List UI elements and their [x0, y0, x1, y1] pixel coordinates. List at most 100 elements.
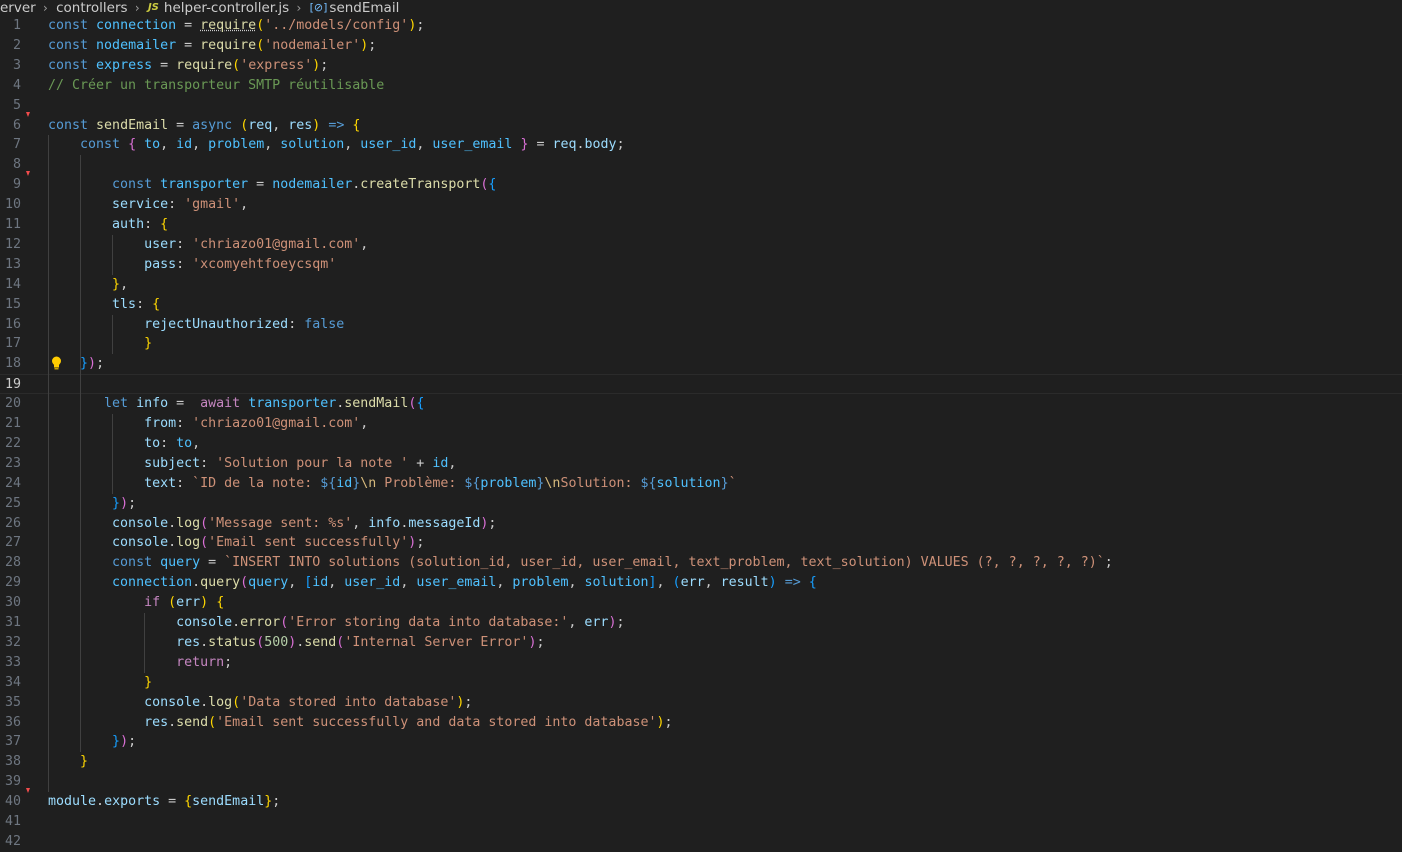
code-line[interactable]: 15 tls: { [0, 295, 1402, 315]
code-token: const [48, 117, 89, 133]
line-number: 20 [4, 396, 21, 412]
code-token: : [168, 197, 185, 213]
code-line[interactable]: 32 res.status(500).send('Internal Server… [0, 633, 1402, 653]
indent-guide [48, 135, 49, 793]
code-line[interactable]: 34 } [0, 673, 1402, 693]
code-line[interactable]: 36 res.send('Email sent successfully and… [0, 713, 1402, 733]
code-token: 'Solution pour la note ' [216, 455, 409, 471]
breadcrumb-item-symbol[interactable]: sendEmail [329, 0, 399, 16]
line-code: // Créer un transporteur SMTP réutilisab… [48, 76, 384, 96]
code-token: , [264, 137, 281, 153]
change-marker-icon[interactable] [26, 171, 30, 177]
line-number: 11 [4, 217, 21, 232]
code-line[interactable]: 33 return; [0, 653, 1402, 673]
code-line[interactable]: 18 }); [0, 354, 1402, 374]
code-line[interactable]: 6 const sendEmail = async (req, res) => { [0, 116, 1402, 136]
code-line[interactable]: 10 service: 'gmail', [0, 195, 1402, 215]
code-token: from [144, 416, 177, 431]
code-token: 'Error storing data into database:' [288, 615, 569, 630]
code-token: user [144, 236, 177, 252]
code-line[interactable]: 40 module.exports = {sendEmail}; [0, 792, 1402, 812]
code-line[interactable]: 9 const transporter = nodemailer.createT… [0, 175, 1402, 195]
code-line[interactable]: 3 const express = require('express'); [0, 56, 1402, 76]
code-line[interactable]: 23 subject: 'Solution pour la note ' + i… [0, 454, 1402, 474]
code-line[interactable]: 26 console.log('Message sent: %s', info.… [0, 514, 1402, 534]
line-number: 25 [4, 495, 21, 511]
code-token: text [144, 475, 177, 491]
code-line[interactable]: 11 auth: { [0, 215, 1402, 235]
line-number: 16 [4, 316, 21, 332]
code-token: , [192, 435, 201, 451]
code-line[interactable]: 1 const connection = require('../models/c… [0, 16, 1402, 36]
code-token: , [240, 197, 249, 213]
code-line[interactable]: 8 [0, 155, 1402, 175]
line-number: 26 [4, 515, 21, 531]
code-line[interactable]: 28 const query = `INSERT INTO solutions … [0, 553, 1402, 573]
code-token: sendEmail [96, 117, 169, 133]
code-line[interactable]: 27 console.log('Email sent successfully'… [0, 533, 1402, 553]
code-line[interactable]: 13 pass: 'xcomyehtfoeycsqm' [0, 255, 1402, 275]
code-line[interactable]: 38 } [0, 752, 1402, 772]
line-code: const { to, id, problem, solution, user_… [48, 135, 625, 155]
change-marker-icon[interactable] [26, 111, 30, 117]
code-line[interactable]: 35 console.log('Data stored into databas… [0, 693, 1402, 713]
code-token: console [176, 615, 233, 630]
code-line[interactable]: 7 const { to, id, problem, solution, use… [0, 135, 1402, 155]
code-editor[interactable]: 1 const connection = require('../models/c… [0, 16, 1402, 852]
code-line[interactable]: 14 }, [0, 275, 1402, 295]
code-token: 'nodemailer' [264, 37, 361, 53]
breadcrumb-item-server[interactable]: erver [0, 0, 36, 16]
change-marker-icon[interactable] [26, 788, 30, 794]
code-line[interactable]: 16 rejectUnauthorized: false [0, 315, 1402, 335]
code-token: ) [88, 356, 97, 372]
code-token: res [288, 117, 313, 133]
code-line[interactable]: 37 }); [0, 732, 1402, 752]
code-token: res [176, 634, 201, 650]
code-token: : [176, 416, 193, 431]
code-line[interactable]: 4 // Créer un transporteur SMTP réutilisa… [0, 76, 1402, 96]
code-line[interactable]: 29 connection.query(query, [id, user_id,… [0, 573, 1402, 593]
code-line[interactable]: 30 if (err) { [0, 593, 1402, 613]
code-line[interactable]: 42 [0, 832, 1402, 852]
code-token: : [200, 455, 217, 471]
code-line[interactable]: 19 [0, 374, 1402, 395]
code-token: } [144, 674, 153, 690]
code-line[interactable]: 20 let info = await transporter.sendMail… [0, 394, 1402, 414]
code-token: , [568, 615, 585, 630]
code-token: err [176, 595, 201, 611]
line-number: 24 [4, 475, 21, 491]
code-line[interactable]: 17 } [0, 334, 1402, 354]
code-line[interactable]: 2 const nodemailer = require('nodemailer'… [0, 36, 1402, 56]
breadcrumb-item-controllers[interactable]: controllers [56, 0, 127, 16]
line-number: 39 [4, 774, 21, 790]
line-code: } [48, 673, 152, 693]
code-line[interactable]: 22 to: to, [0, 434, 1402, 454]
breadcrumb-item-file[interactable]: helper-controller.js [164, 0, 289, 16]
line-number: 34 [4, 674, 21, 690]
code-line[interactable]: 25 }); [0, 494, 1402, 514]
code-token: connection [112, 575, 193, 591]
code-token: status [208, 634, 257, 650]
line-number: 12 [4, 236, 21, 252]
line-code: const nodemailer = require('nodemailer')… [48, 36, 376, 56]
code-token: ) [200, 595, 209, 611]
code-token: ( [200, 535, 209, 551]
code-token: ( [256, 37, 265, 53]
indent-guide [112, 314, 113, 355]
lightbulb-icon[interactable] [51, 356, 62, 370]
code-token: ( [168, 595, 177, 611]
code-line[interactable]: 41 [0, 812, 1402, 832]
code-line[interactable]: 39 [0, 772, 1402, 792]
code-token: user_email [416, 575, 497, 591]
code-line[interactable]: 31 console.error('Error storing data int… [0, 613, 1402, 633]
code-token: . [168, 714, 177, 730]
code-line[interactable]: 21 from: 'chriazo01@gmail.com', [0, 414, 1402, 434]
code-line[interactable]: 12 user: 'chriazo01@gmail.com', [0, 235, 1402, 255]
code-line[interactable]: 24 text: `ID de la note: ${id}\n Problèm… [0, 474, 1402, 494]
code-token: } [80, 356, 89, 372]
code-line[interactable]: 5 [0, 96, 1402, 116]
